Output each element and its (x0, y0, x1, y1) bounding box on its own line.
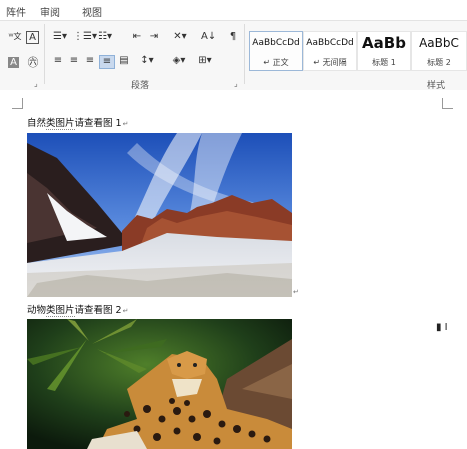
character-border-icon[interactable]: A (26, 31, 39, 44)
chinese-layout-icon[interactable]: ✕▾ (171, 31, 189, 43)
margin-corner-mark (442, 98, 453, 109)
caption-text: 自然 (27, 118, 47, 129)
borders-icon[interactable]: ⊞▾ (196, 55, 214, 67)
ribbon-tabs: 阵件 审阅 视图 (0, 0, 467, 20)
caption-text: 动物 (27, 305, 47, 316)
enclose-characters-icon[interactable]: ㊅ (26, 57, 40, 69)
paragraph-mark: ↵ (122, 307, 129, 315)
tab-review[interactable]: 审阅 (40, 4, 60, 19)
align-right-icon[interactable]: ≡ (83, 55, 97, 67)
multilevel-list-icon[interactable]: ☷▾ (96, 31, 114, 43)
style-name: 标题 1 (372, 58, 396, 67)
style-sample: AaBb (362, 34, 406, 52)
ribbon-separator (44, 24, 45, 84)
document-page[interactable]: 自然类图片请查看图 1↵ ↵ 动物类图片请查看图 2↵ ▮ I (0, 90, 467, 449)
justify-icon[interactable]: ≡ (99, 55, 115, 69)
distributed-icon[interactable]: ▤ (117, 55, 131, 67)
style-heading-2[interactable]: AaBbC 标题 2 (411, 31, 467, 71)
style-normal[interactable]: AaBbCcDd ↵ 正文 (249, 31, 303, 71)
paragraph-dialog-launcher-icon[interactable]: ⌟ (234, 79, 238, 88)
landscape-photo[interactable] (27, 133, 292, 297)
text-cursor-icon: ▮ I (436, 322, 448, 333)
align-center-icon[interactable]: ≡ (67, 55, 81, 67)
style-name: ↵ 无间隔 (313, 58, 347, 67)
style-sample: AaBbCcDd (306, 38, 354, 48)
caption-text: 类图片 (46, 305, 75, 317)
ribbon: ᵂ文 A A ㊅ ☰▾ ⋮☰▾ ☷▾ ⇤ ⇥ ✕▾ A↓ ¶ ≡ ≡ ≡ ≡ ▤… (0, 20, 467, 92)
style-sample: AaBbC (419, 36, 459, 50)
caption-text: 请查看图 1 (74, 118, 122, 129)
caption-figure-1[interactable]: 自然类图片请查看图 1↵ (27, 115, 129, 130)
style-no-spacing[interactable]: AaBbCcDd ↵ 无间隔 (303, 31, 357, 71)
style-name: ↵ 正文 (263, 58, 289, 67)
character-shading-icon[interactable]: A (8, 57, 19, 68)
caption-figure-2[interactable]: 动物类图片请查看图 2↵ (27, 302, 129, 317)
caption-text: 请查看图 2 (74, 305, 122, 316)
ribbon-separator (244, 24, 245, 84)
shading-icon[interactable]: ◈▾ (170, 55, 188, 67)
phonetic-guide-icon[interactable]: ᵂ文 (8, 31, 22, 43)
tab-references[interactable]: 阵件 (6, 4, 26, 19)
show-marks-icon[interactable]: ¶ (226, 31, 240, 43)
style-sample: AaBbCcDd (252, 38, 300, 48)
caption-text: 类图片 (46, 118, 75, 130)
decrease-indent-icon[interactable]: ⇤ (130, 31, 144, 43)
style-heading-1[interactable]: AaBb 标题 1 (357, 31, 411, 71)
margin-corner-mark (12, 98, 23, 109)
align-left-icon[interactable]: ≡ (51, 55, 65, 67)
style-name: 标题 2 (427, 58, 451, 67)
landscape-image (27, 133, 292, 297)
increase-indent-icon[interactable]: ⇥ (147, 31, 161, 43)
paragraph-mark: ↵ (122, 120, 129, 128)
bullets-icon[interactable]: ☰▾ (51, 31, 69, 43)
line-spacing-icon[interactable]: ↕▾ (138, 55, 156, 67)
tab-view[interactable]: 视图 (82, 4, 102, 19)
numbering-icon[interactable]: ⋮☰▾ (73, 31, 97, 43)
font-dialog-launcher-icon[interactable]: ⌟ (34, 79, 38, 88)
jaguar-photo[interactable] (27, 319, 292, 449)
jaguar-image (27, 319, 292, 449)
paragraph-mark: ↵ (293, 288, 299, 296)
sort-icon[interactable]: A↓ (201, 31, 216, 43)
